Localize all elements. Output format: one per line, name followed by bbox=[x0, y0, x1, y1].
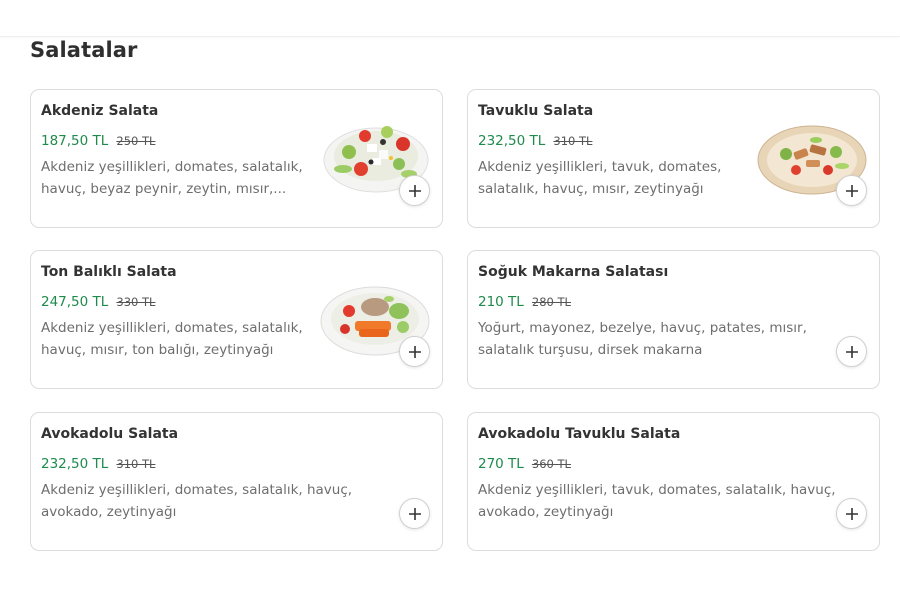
product-card-soguk-makarna-salatasi[interactable]: Soğuk Makarna Salatası 210 TL 280 TL Yoğ… bbox=[467, 250, 880, 389]
product-old-price: 310 TL bbox=[553, 134, 593, 148]
product-old-price: 310 TL bbox=[116, 457, 156, 471]
product-description: Yoğurt, mayonez, bezelye, havuç, patates… bbox=[478, 320, 807, 358]
product-description: Akdeniz yeşillikleri, domates, salatalık… bbox=[41, 159, 303, 197]
add-to-cart-button[interactable] bbox=[836, 175, 867, 206]
product-old-price: 330 TL bbox=[116, 295, 156, 309]
add-to-cart-button[interactable] bbox=[399, 336, 430, 367]
product-name: Ton Balıklı Salata bbox=[41, 264, 177, 280]
product-price: 187,50 TL bbox=[41, 133, 109, 149]
product-old-price: 360 TL bbox=[531, 457, 571, 471]
add-to-cart-button[interactable] bbox=[399, 175, 430, 206]
product-old-price: 280 TL bbox=[531, 295, 571, 309]
plus-icon bbox=[408, 507, 421, 520]
add-to-cart-button[interactable] bbox=[399, 498, 430, 529]
plus-icon bbox=[845, 345, 858, 358]
product-description: Akdeniz yeşillikleri, tavuk, domates, sa… bbox=[478, 159, 722, 197]
product-price: 210 TL bbox=[478, 294, 524, 310]
product-description: Akdeniz yeşillikleri, domates, salatalık… bbox=[41, 482, 353, 520]
product-old-price: 250 TL bbox=[116, 134, 156, 148]
product-price: 232,50 TL bbox=[41, 456, 109, 472]
price-row: 210 TL 280 TL bbox=[478, 291, 571, 310]
price-row: 187,50 TL 250 TL bbox=[41, 130, 155, 149]
product-card-akdeniz-salata[interactable]: Akdeniz Salata 187,50 TL 250 TL Akdeniz … bbox=[30, 89, 443, 228]
product-name: Avokadolu Tavuklu Salata bbox=[478, 426, 681, 442]
plus-icon bbox=[845, 184, 858, 197]
product-name: Tavuklu Salata bbox=[478, 103, 594, 119]
section-title: Salatalar bbox=[30, 38, 138, 62]
price-row: 232,50 TL 310 TL bbox=[478, 130, 592, 149]
product-card-ton-balikli-salata[interactable]: Ton Balıklı Salata 247,50 TL 330 TL Akde… bbox=[30, 250, 443, 389]
product-price: 232,50 TL bbox=[478, 133, 546, 149]
product-name: Akdeniz Salata bbox=[41, 103, 159, 119]
add-to-cart-button[interactable] bbox=[836, 336, 867, 367]
product-description: Akdeniz yeşillikleri, domates, salatalık… bbox=[41, 320, 303, 358]
product-card-tavuklu-salata[interactable]: Tavuklu Salata 232,50 TL 310 TL Akdeniz … bbox=[467, 89, 880, 228]
price-row: 232,50 TL 310 TL bbox=[41, 453, 155, 472]
top-header-bar bbox=[0, 0, 900, 37]
plus-icon bbox=[408, 345, 421, 358]
product-card-avokadolu-salata[interactable]: Avokadolu Salata 232,50 TL 310 TL Akdeni… bbox=[30, 412, 443, 551]
plus-icon bbox=[845, 507, 858, 520]
product-description: Akdeniz yeşillikleri, tavuk, domates, sa… bbox=[478, 482, 836, 520]
product-name: Avokadolu Salata bbox=[41, 426, 179, 442]
price-row: 270 TL 360 TL bbox=[478, 453, 571, 472]
product-card-avokadolu-tavuklu-salata[interactable]: Avokadolu Tavuklu Salata 270 TL 360 TL A… bbox=[467, 412, 880, 551]
product-price: 247,50 TL bbox=[41, 294, 109, 310]
plus-icon bbox=[408, 184, 421, 197]
product-name: Soğuk Makarna Salatası bbox=[478, 264, 669, 280]
product-price: 270 TL bbox=[478, 456, 524, 472]
add-to-cart-button[interactable] bbox=[836, 498, 867, 529]
price-row: 247,50 TL 330 TL bbox=[41, 291, 155, 310]
